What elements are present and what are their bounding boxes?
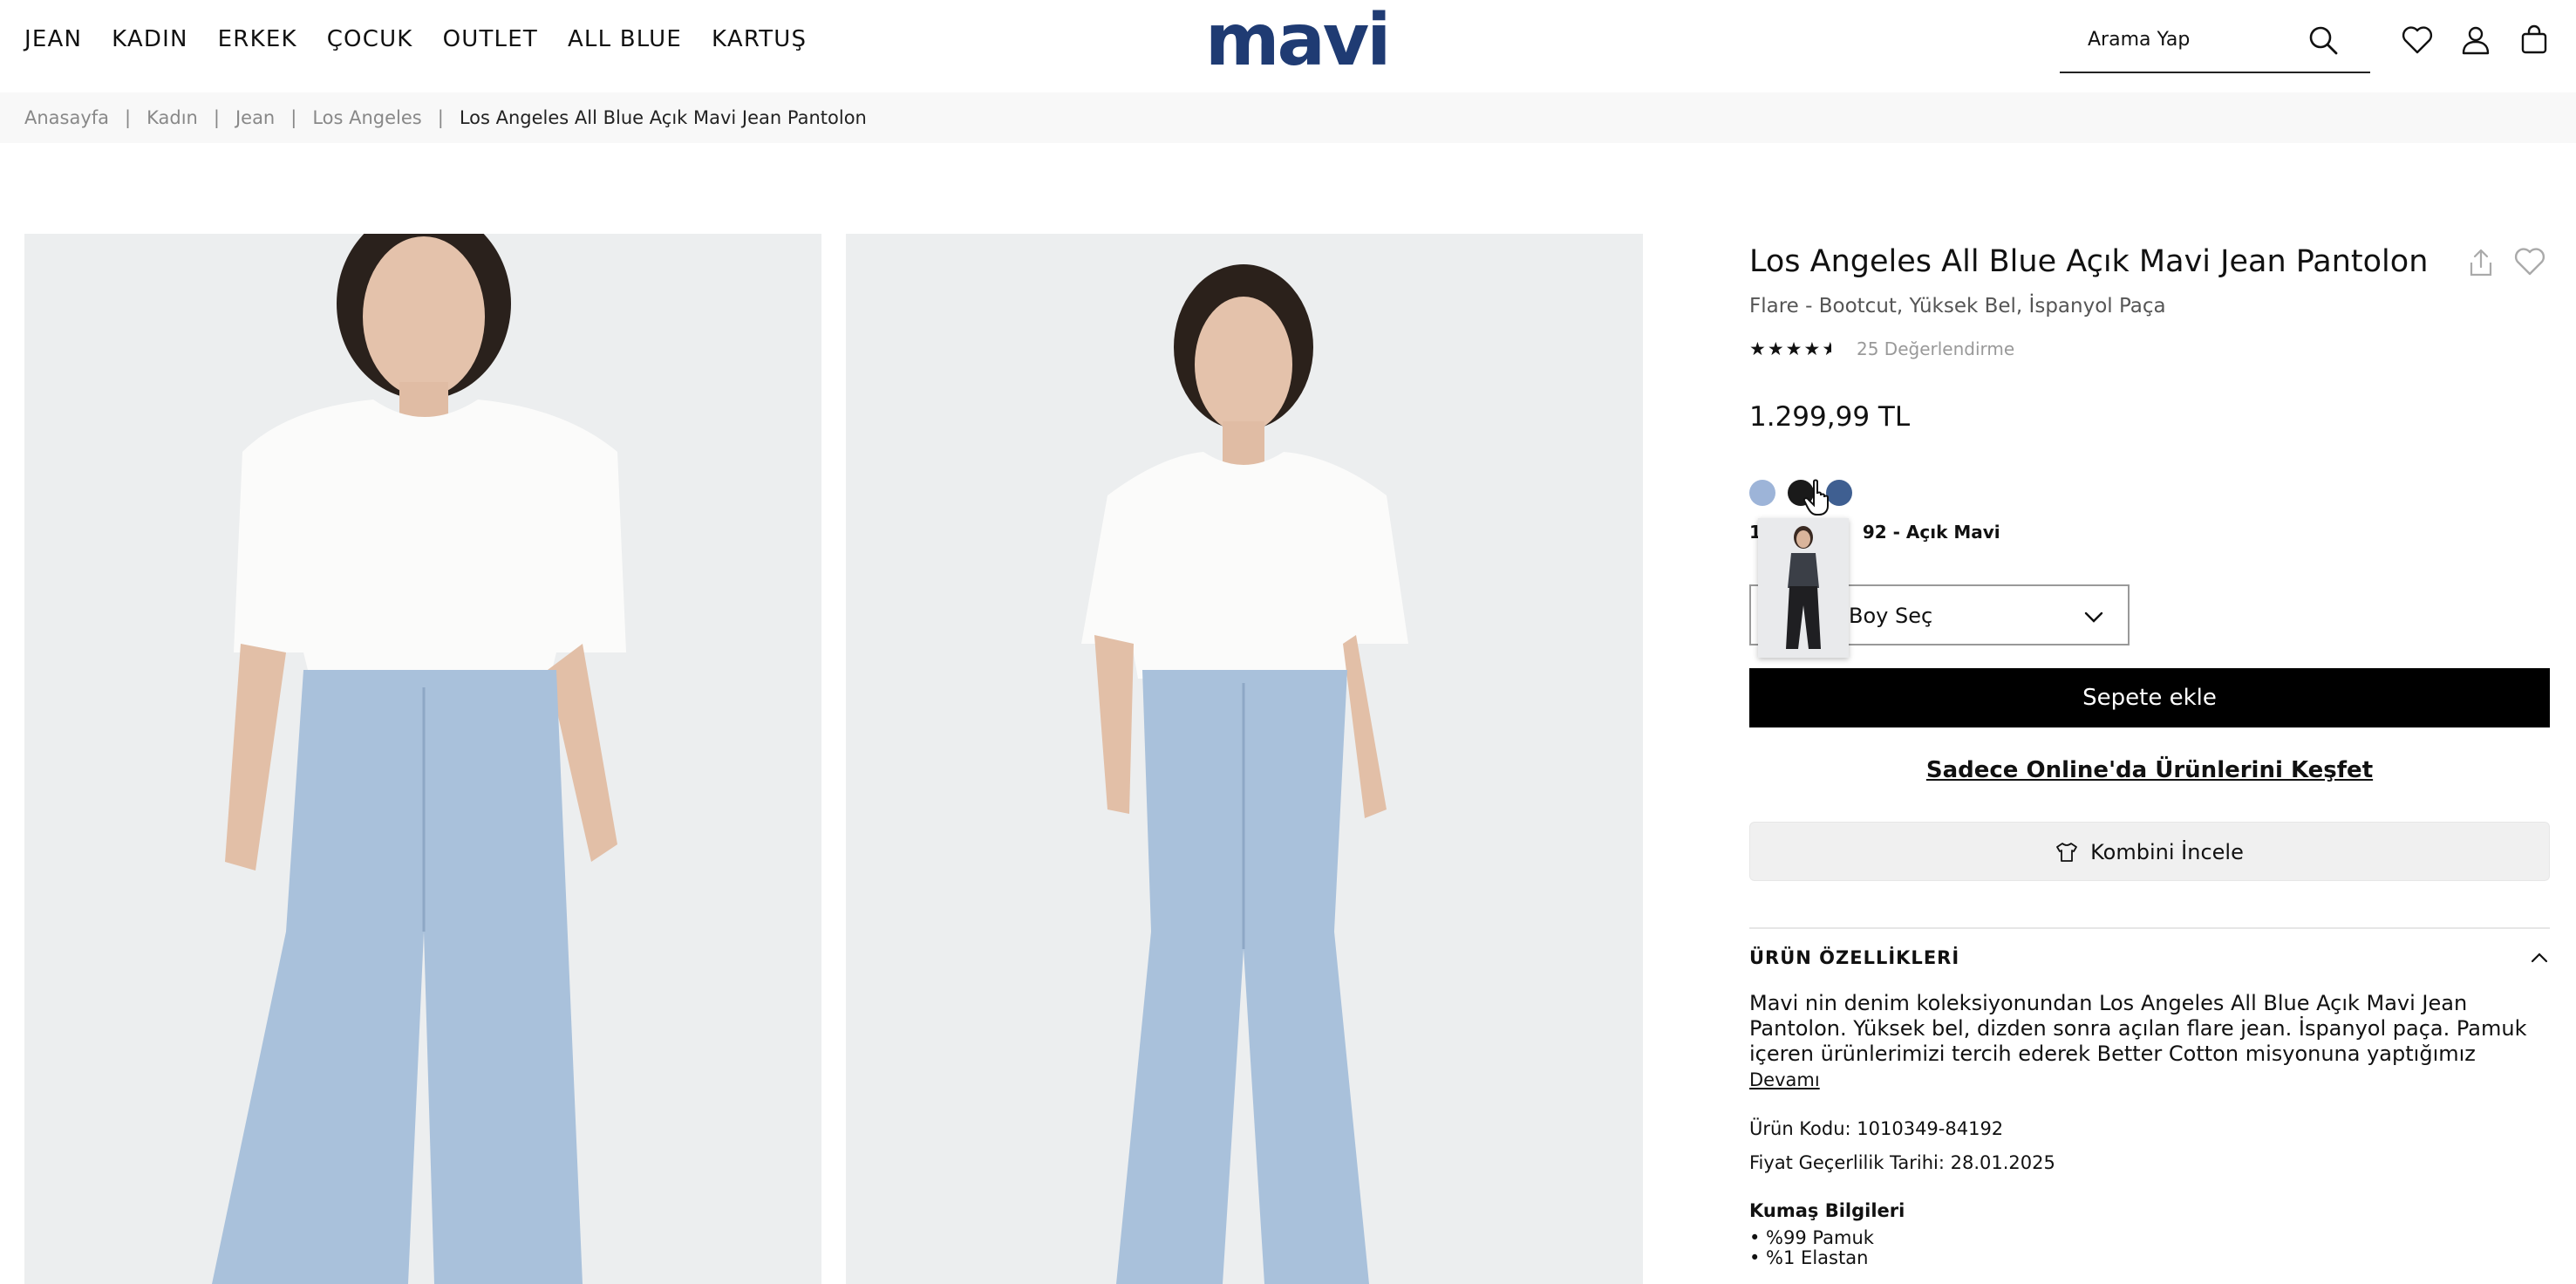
chevron-up-icon[interactable]	[2529, 947, 2550, 968]
nav-all-blue[interactable]: ALL BLUE	[568, 26, 682, 52]
thumbnail-model	[1758, 518, 1849, 658]
fabric-item: • %1 Elastan	[1749, 1247, 1869, 1268]
read-more-link[interactable]: Devamı	[1749, 1069, 1820, 1090]
color-preview-thumbnail	[1758, 518, 1849, 658]
add-to-cart-button[interactable]: Sepete ekle	[1749, 668, 2550, 727]
product-subtitle: Flare - Bootcut, Yüksek Bel, İspanyol Pa…	[1749, 295, 2166, 318]
star-icon: ★	[1785, 338, 1803, 359]
fabric-list: • %99 Pamuk • %1 Elastan	[1749, 1228, 1874, 1268]
model-illustration-2	[846, 234, 1643, 1284]
breadcrumb-item[interactable]: Kadın	[147, 107, 198, 128]
star-half-icon: ★	[1822, 338, 1832, 359]
search-box	[2060, 10, 2370, 73]
search-input[interactable]	[2086, 28, 2299, 51]
product-code: Ürün Kodu: 1010349-84192	[1749, 1118, 2004, 1139]
price-validity-date: Fiyat Geçerlilik Tarihi: 28.01.2025	[1749, 1152, 2055, 1173]
section-divider	[1749, 927, 2550, 929]
color-code-suffix: 92 - Açık Mavi	[1862, 522, 2000, 543]
nav-erkek[interactable]: ERKEK	[218, 26, 297, 52]
outfit-button[interactable]: Kombini İncele	[1749, 822, 2550, 881]
tshirt-icon	[2056, 843, 2078, 862]
model-illustration-1	[24, 234, 821, 1284]
nav-outlet[interactable]: OUTLET	[443, 26, 538, 52]
nav-jean[interactable]: JEAN	[24, 26, 82, 52]
product-description: Mavi nin denim koleksiyonundan Los Angel…	[1749, 991, 2527, 1066]
size-select-label: Boy Seç	[1849, 604, 1933, 628]
chevron-down-icon	[2084, 611, 2103, 623]
nav-cocuk[interactable]: ÇOCUK	[327, 26, 413, 52]
breadcrumb-current: Los Angeles All Blue Açık Mavi Jean Pant…	[459, 107, 867, 128]
breadcrumb-item[interactable]: Anasayfa	[24, 107, 109, 128]
nav-kadin[interactable]: KADIN	[112, 26, 188, 52]
user-icon[interactable]	[2458, 23, 2493, 58]
breadcrumb-separator: |	[125, 107, 132, 128]
main-nav: JEAN KADIN ERKEK ÇOCUK OUTLET ALL BLUE K…	[24, 26, 807, 52]
product-price: 1.299,99 TL	[1749, 401, 1911, 433]
product-features-title[interactable]: ÜRÜN ÖZELLİKLERİ	[1749, 947, 1959, 968]
star-icon: ★	[1803, 338, 1821, 359]
fabric-item: • %99 Pamuk	[1749, 1227, 1874, 1248]
breadcrumb: Anasayfa | Kadın | Jean | Los Angeles | …	[0, 92, 2576, 143]
outfit-button-label: Kombini İncele	[2090, 840, 2244, 864]
color-swatches	[1749, 480, 1852, 506]
color-swatch-light-blue[interactable]	[1749, 480, 1775, 506]
fabric-info-title: Kumaş Bilgileri	[1749, 1200, 1905, 1221]
breadcrumb-separator: |	[290, 107, 297, 128]
online-only-link[interactable]: Sadece Online'da Ürünlerini Keşfet	[1749, 757, 2550, 783]
product-title: Los Angeles All Blue Açık Mavi Jean Pant…	[1749, 244, 2429, 279]
rating-stars: ★ ★ ★ ★ ★	[1749, 338, 1831, 359]
rating-count[interactable]: 25 Değerlendirme	[1857, 338, 2014, 359]
favorite-icon[interactable]	[2513, 246, 2546, 277]
product-photo-2[interactable]	[846, 234, 1643, 1284]
breadcrumb-separator: |	[213, 107, 220, 128]
bag-icon[interactable]	[2517, 23, 2552, 58]
brand-logo[interactable]: mavi	[1205, 2, 1391, 80]
hand-cursor-icon	[1803, 479, 1829, 516]
nav-kartus[interactable]: KARTUŞ	[712, 26, 807, 52]
product-photo-1[interactable]	[24, 234, 821, 1284]
breadcrumb-item[interactable]: Jean	[235, 107, 275, 128]
search-icon[interactable]	[2306, 23, 2341, 58]
share-icon[interactable]	[2468, 248, 2494, 277]
breadcrumb-separator: |	[437, 107, 444, 128]
star-icon: ★	[1749, 338, 1766, 359]
site-header: JEAN KADIN ERKEK ÇOCUK OUTLET ALL BLUE K…	[0, 0, 2576, 92]
star-icon: ★	[1767, 338, 1784, 359]
breadcrumb-item[interactable]: Los Angeles	[312, 107, 421, 128]
heart-icon[interactable]	[2400, 23, 2435, 58]
